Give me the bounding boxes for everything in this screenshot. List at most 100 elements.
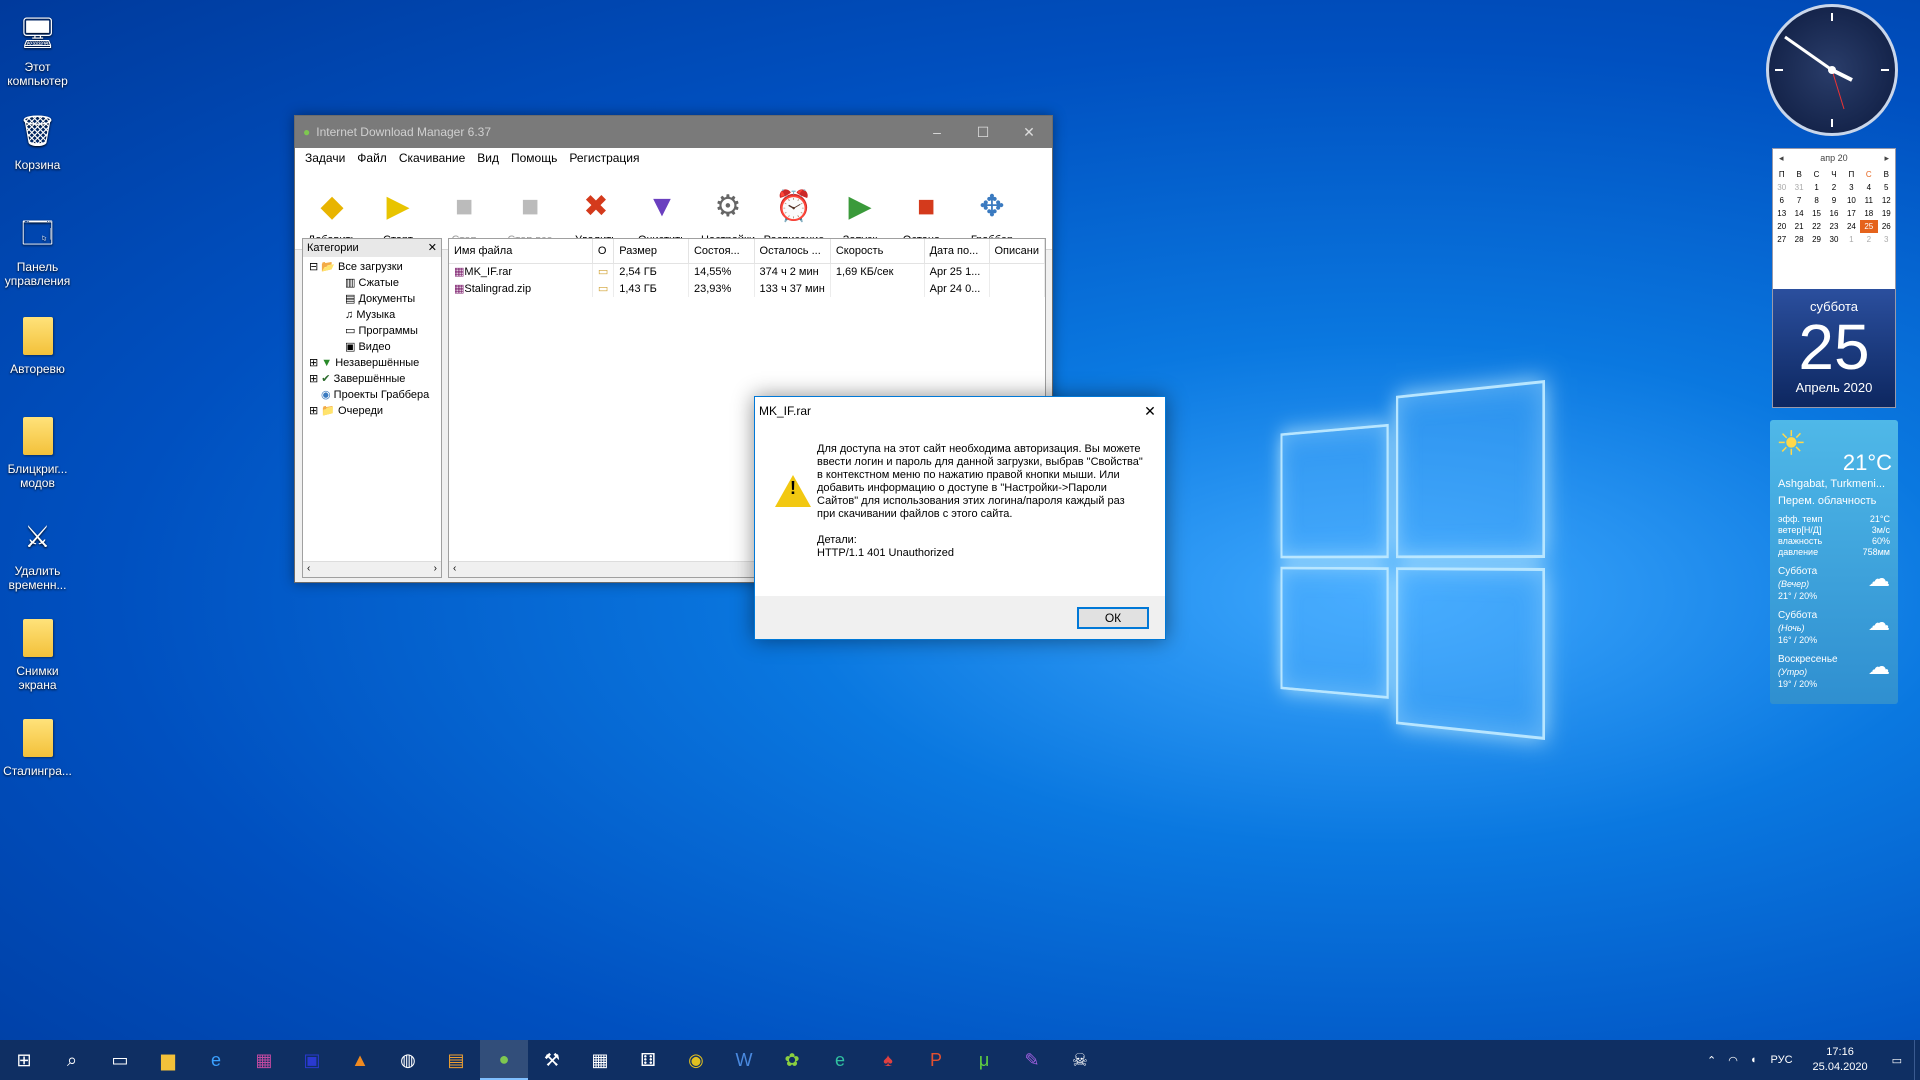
desktop-icon-screenshots[interactable]: Снимки экрана: [0, 616, 75, 692]
col-date[interactable]: Дата по...: [924, 239, 990, 264]
scroll-left-icon[interactable]: ‹: [307, 562, 310, 577]
tree-item-queues[interactable]: ⊞ 📁 Очереди: [309, 403, 441, 419]
show-desktop-button[interactable]: [1914, 1040, 1920, 1080]
tree-item-video[interactable]: ▣ Видео: [309, 339, 441, 355]
taskbar-chrome[interactable]: ◉: [672, 1040, 720, 1080]
day[interactable]: 21: [1790, 220, 1807, 233]
taskbar-dice[interactable]: ⚅: [624, 1040, 672, 1080]
menu-file[interactable]: Файл: [351, 151, 393, 165]
taskbar-archive[interactable]: ▤: [432, 1040, 480, 1080]
maximize-icon[interactable]: ☐: [960, 124, 1006, 141]
tree-item-programs[interactable]: ▭ Программы: [309, 323, 441, 339]
prev-month-icon[interactable]: ◂: [1779, 153, 1784, 164]
day[interactable]: 14: [1790, 207, 1807, 220]
col-filename[interactable]: Имя файла: [449, 239, 593, 264]
ok-button[interactable]: ОК: [1077, 607, 1149, 629]
idm-titlebar[interactable]: ● Internet Download Manager 6.37 – ☐ ✕: [295, 116, 1052, 148]
day[interactable]: 7: [1790, 194, 1807, 207]
scroll-left-icon[interactable]: ‹: [453, 563, 456, 574]
day[interactable]: 27: [1773, 233, 1790, 246]
day[interactable]: 3: [1843, 181, 1860, 194]
taskbar-utorrent[interactable]: μ: [960, 1040, 1008, 1080]
day[interactable]: 16: [1825, 207, 1842, 220]
taskbar-explorer[interactable]: ▆: [144, 1040, 192, 1080]
taskbar-edge[interactable]: e: [192, 1040, 240, 1080]
day[interactable]: 15: [1808, 207, 1825, 220]
tree-item-grabber-projects[interactable]: ◉ Проекты Граббера: [309, 387, 441, 403]
volume-icon[interactable]: ◖: [1744, 1054, 1763, 1066]
desktop-icon-control-panel[interactable]: 🗔 Панель управления: [0, 212, 75, 289]
day[interactable]: 26: [1878, 220, 1895, 233]
table-row[interactable]: ▦MK_IF.rar ▭ 2,54 ГБ 14,55% 374 ч 2 мин …: [449, 263, 1045, 280]
day[interactable]: 20: [1773, 220, 1790, 233]
taskbar-p-app[interactable]: P: [912, 1040, 960, 1080]
desktop-icon-stalingrad[interactable]: Сталингра...: [0, 716, 75, 778]
day[interactable]: 30: [1825, 233, 1842, 246]
taskbar-globe[interactable]: ◍: [384, 1040, 432, 1080]
day[interactable]: 1: [1808, 181, 1825, 194]
minimize-icon[interactable]: –: [914, 124, 960, 140]
day[interactable]: 2: [1825, 181, 1842, 194]
col-time-left[interactable]: Осталось ...: [754, 239, 831, 264]
day[interactable]: 5: [1878, 181, 1895, 194]
desktop-icon-computer[interactable]: 🖥 Этот компьютер: [0, 12, 75, 89]
menu-registration[interactable]: Регистрация: [563, 151, 645, 165]
taskbar-e-app[interactable]: e: [816, 1040, 864, 1080]
day[interactable]: 11: [1860, 194, 1877, 207]
day[interactable]: 12: [1878, 194, 1895, 207]
menu-tasks[interactable]: Задачи: [299, 151, 351, 165]
table-row[interactable]: ▦Stalingrad.zip ▭ 1,43 ГБ 23,93% 133 ч 3…: [449, 280, 1045, 297]
taskbar-idm[interactable]: ●: [480, 1040, 528, 1080]
menu-help[interactable]: Помощь: [505, 151, 563, 165]
day[interactable]: 24: [1843, 220, 1860, 233]
start-button[interactable]: ⊞: [0, 1040, 48, 1080]
tree-item-compressed[interactable]: ▥ Сжатые: [309, 275, 441, 291]
desktop-icon-autoreview[interactable]: Авторевю: [0, 314, 75, 376]
day[interactable]: 29: [1808, 233, 1825, 246]
col-status[interactable]: Состоя...: [688, 239, 755, 264]
taskbar-pirate[interactable]: ☠: [1056, 1040, 1104, 1080]
day[interactable]: 13: [1773, 207, 1790, 220]
taskbar-avast[interactable]: ▲: [336, 1040, 384, 1080]
language-indicator[interactable]: РУС: [1763, 1054, 1801, 1066]
task-view-button[interactable]: ▭: [96, 1040, 144, 1080]
day[interactable]: 23: [1825, 220, 1842, 233]
taskbar-clock[interactable]: 17:16 25.04.2020: [1801, 1045, 1880, 1075]
col-o[interactable]: О: [592, 239, 615, 264]
taskbar-winrar[interactable]: ▦: [240, 1040, 288, 1080]
close-panel-icon[interactable]: ✕: [428, 239, 437, 257]
day[interactable]: 22: [1808, 220, 1825, 233]
tree-item-all[interactable]: ⊟ 📂 Все загрузки: [309, 259, 441, 275]
day[interactable]: 17: [1843, 207, 1860, 220]
day[interactable]: 31: [1790, 181, 1807, 194]
desktop-icon-recycle-bin[interactable]: 🗑 Корзина: [0, 110, 75, 173]
day[interactable]: 28: [1790, 233, 1807, 246]
search-button[interactable]: ⌕: [48, 1040, 96, 1080]
day[interactable]: 1: [1843, 233, 1860, 246]
next-month-icon[interactable]: ▸: [1884, 153, 1889, 164]
col-size[interactable]: Размер: [613, 239, 689, 264]
show-hidden-icons-icon[interactable]: ⌃: [1701, 1054, 1722, 1067]
dialog-titlebar[interactable]: MK_IF.rar ✕: [755, 397, 1165, 425]
network-icon[interactable]: ◠: [1722, 1054, 1744, 1067]
desktop-icon-blitzkrieg[interactable]: Блицкриг... модов: [0, 414, 75, 490]
day[interactable]: 3: [1878, 233, 1895, 246]
tree-item-music[interactable]: ♫ Музыка: [309, 307, 441, 323]
day[interactable]: 4: [1860, 181, 1877, 194]
col-description[interactable]: Описани: [989, 239, 1045, 264]
taskbar-axe[interactable]: ⚒: [528, 1040, 576, 1080]
day[interactable]: 2: [1860, 233, 1877, 246]
day[interactable]: 30: [1773, 181, 1790, 194]
taskbar-calendar-app[interactable]: ▦: [576, 1040, 624, 1080]
tree-item-documents[interactable]: ▤ Документы: [309, 291, 441, 307]
day[interactable]: 9: [1825, 194, 1842, 207]
day[interactable]: 6: [1773, 194, 1790, 207]
taskbar-bp[interactable]: ✿: [768, 1040, 816, 1080]
day[interactable]: 18: [1860, 207, 1877, 220]
desktop-icon-cleanup[interactable]: ⚔ Удалить временн...: [0, 516, 75, 593]
close-icon[interactable]: ✕: [1006, 124, 1052, 141]
taskbar-pen[interactable]: ✎: [1008, 1040, 1056, 1080]
day[interactable]: 19: [1878, 207, 1895, 220]
day[interactable]: 8: [1808, 194, 1825, 207]
day[interactable]: 10: [1843, 194, 1860, 207]
